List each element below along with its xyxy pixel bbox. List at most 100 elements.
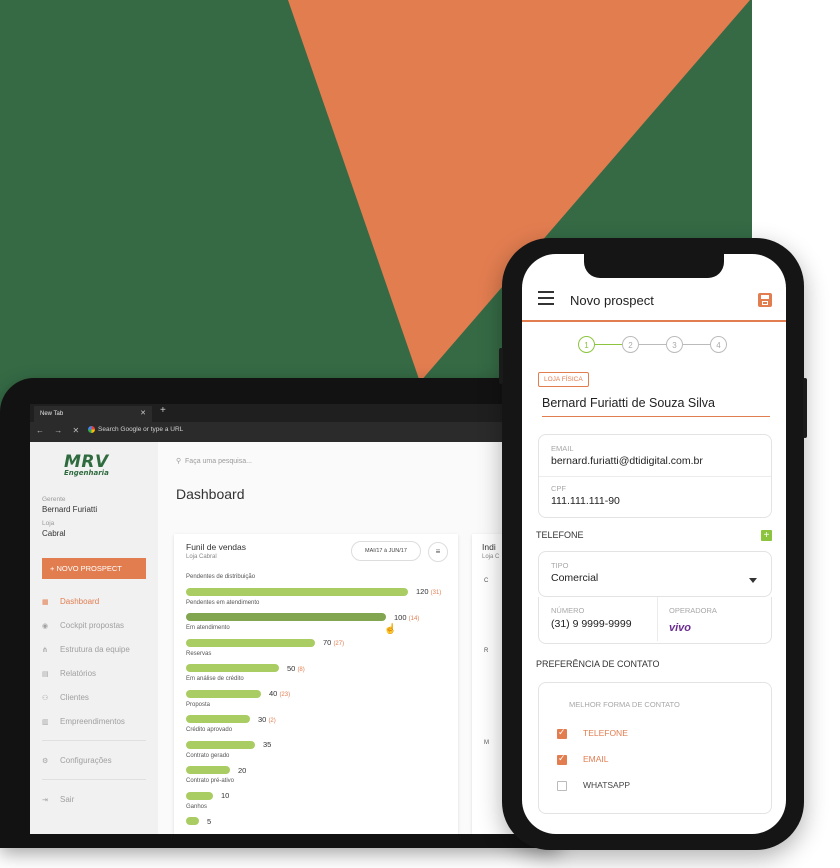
date-range-chip[interactable]: MAI/17 à JUN/17 [351,541,421,561]
browser-tab[interactable]: New Tab ✕ [34,406,152,422]
search-input[interactable]: ⚲ Faça uma pesquisa... [176,457,252,465]
melhor-forma-label: MELHOR FORMA DE CONTATO [569,700,680,709]
step-2[interactable]: 2 [622,336,639,353]
funnel-row[interactable]: Ganhos 5 [186,804,456,831]
grid-icon: ▦ [42,599,49,606]
browser-tab-title: New Tab [40,411,64,417]
funnel-value-main: 35 [263,740,272,750]
laptop-mockup: New Tab ✕ + ← → ✕ Search Google or type … [0,378,560,848]
app-bar: Novo prospect [522,282,786,322]
funnel-bar [186,664,279,673]
funnel-value-main: 30 [258,714,267,724]
step-4[interactable]: 4 [710,336,727,353]
funnel-row-label: Contrato pré-ativo [186,778,235,784]
sidebar-item-dashboard[interactable]: ▦ Dashboard [42,597,99,606]
sidebar-divider [42,779,146,780]
funnel-value: 35 [263,740,271,749]
whatsapp-checkbox[interactable] [557,781,567,791]
navigation-icons[interactable]: ← → ✕ [36,426,83,435]
step-connector [639,344,666,345]
funnel-value: 100 (14) [394,613,419,622]
operadora-logo[interactable]: vivo [669,622,691,634]
sidebar-item-estrutura[interactable]: ⋔ Estrutura da equipe [42,645,130,654]
phone-volume-button [499,348,503,384]
funnel-title: Funil de vendas [186,542,247,552]
funnel-bar [186,766,230,775]
app-title: Novo prospect [570,293,654,308]
save-icon[interactable] [758,293,772,307]
sidebar-item-label: Empreendimentos [60,717,125,726]
new-prospect-button[interactable]: + NOVO PROSPECT [42,558,146,579]
filter-icon[interactable]: ≡ [428,542,448,562]
funnel-value-sub: (23) [279,692,291,699]
address-bar[interactable]: Search Google or type a URL [88,426,183,433]
building-icon: ▥ [42,719,49,726]
funnel-row[interactable]: Contrato pré-ativo 10 [186,778,456,805]
tipo-select[interactable]: TIPO Comercial [538,551,772,597]
funnel-row-label: Proposta [186,701,211,708]
sidebar-item-configuracoes[interactable]: ⚙ Configurações [42,756,112,765]
funnel-value: 30 (2) [258,715,276,724]
step-1[interactable]: 1 [578,336,595,353]
funnel-row-label: Pendentes de distribuição [186,574,256,580]
add-phone-button[interactable]: + [761,530,772,541]
field-separator [539,476,771,477]
funnel-bar [186,715,250,724]
indicators-title: Indi [482,542,496,552]
funnel-row-label: Crédito aprovado [186,727,233,733]
laptop-screen: New Tab ✕ + ← → ✕ Search Google or type … [30,404,530,834]
telefone-option-label: TELEFONE [583,728,628,738]
telefone-checkbox[interactable] [557,727,567,739]
store-type-chip[interactable]: LOJA FÍSICA [538,372,589,387]
prospect-name-field[interactable]: Bernard Furiatti de Souza Silva [542,396,770,417]
sidebar-item-sair[interactable]: ⇥ Sair [42,795,74,804]
step-connector [683,344,710,345]
contact-preference-box: MELHOR FORMA DE CONTATO TELEFONE EMAIL W… [538,682,772,814]
funnel-row[interactable]: Pendentes em atendimento 100 (14) [186,600,456,627]
sidebar-item-cockpit[interactable]: ◉ Cockpit propostas [42,621,124,630]
sidebar-item-label: Cockpit propostas [60,621,125,630]
funnel-subtitle: Loja Cabral [186,554,217,560]
sidebar-item-empreendimentos[interactable]: ▥ Empreendimentos [42,717,125,726]
funnel-value-main: 10 [221,791,230,801]
new-tab-icon[interactable]: + [160,405,166,416]
cpf-field[interactable]: 111.111.111-90 [551,495,620,507]
contact-info-box: EMAIL bernard.furiatti@dtidigital.com.br… [538,434,772,518]
funnel-value: 20 [238,766,246,775]
funnel-value-sub: (31) [430,590,442,597]
email-field[interactable]: bernard.furiatti@dtidigital.com.br [551,455,703,467]
funnel-value-main: 40 [269,689,278,699]
chevron-down-icon[interactable] [749,578,757,583]
funnel-bar [186,740,255,749]
phone-screen: Novo prospect 1 2 3 4 LOJA FÍSICA Bernar… [522,254,786,834]
funnel-value-main: 120 [416,587,429,597]
funnel-row[interactable]: Em análise de crédito 40 (23) [186,676,456,703]
address-text: Search Google or type a URL [98,426,184,434]
email-checkbox[interactable] [557,753,567,765]
funnel-value-sub: (8) [297,666,305,673]
funnel-row[interactable]: Proposta 30 (2) [186,702,456,729]
tipo-label: TIPO [551,561,569,570]
sidebar-item-label: Clientes [60,693,89,702]
indicator-label: C [484,578,489,584]
hand-cursor-icon: ☝ [384,624,397,635]
step-connector [595,344,622,345]
numero-field[interactable]: (31) 9 9999-9999 [551,618,632,630]
exit-icon: ⇥ [42,797,48,804]
sidebar-item-clientes[interactable]: ⚇ Clientes [42,693,89,702]
indicators-subtitle: Loja C [482,554,500,560]
funnel-row[interactable]: Crédito aprovado 35 [186,727,456,754]
funnel-row-label: Em atendimento [186,625,230,631]
funnel-row[interactable]: Reservas 50 (8) [186,651,456,678]
tipo-value: Comercial [551,572,599,584]
menu-icon[interactable] [538,291,554,309]
operadora-label: OPERADORA [669,606,717,615]
sidebar-item-relatorios[interactable]: ▤ Relatórios [42,669,96,678]
mrv-logo: MRV Engenharia [64,452,126,477]
close-icon[interactable]: ✕ [140,406,146,422]
funnel-row[interactable]: Pendentes de distribuição 120 (31) [186,574,456,601]
funnel-row[interactable]: Contrato gerado 20 [186,753,456,780]
hierarchy-icon: ⋔ [42,647,48,654]
step-3[interactable]: 3 [666,336,683,353]
funnel-row[interactable]: Em atendimento 70 (27) [186,625,456,652]
